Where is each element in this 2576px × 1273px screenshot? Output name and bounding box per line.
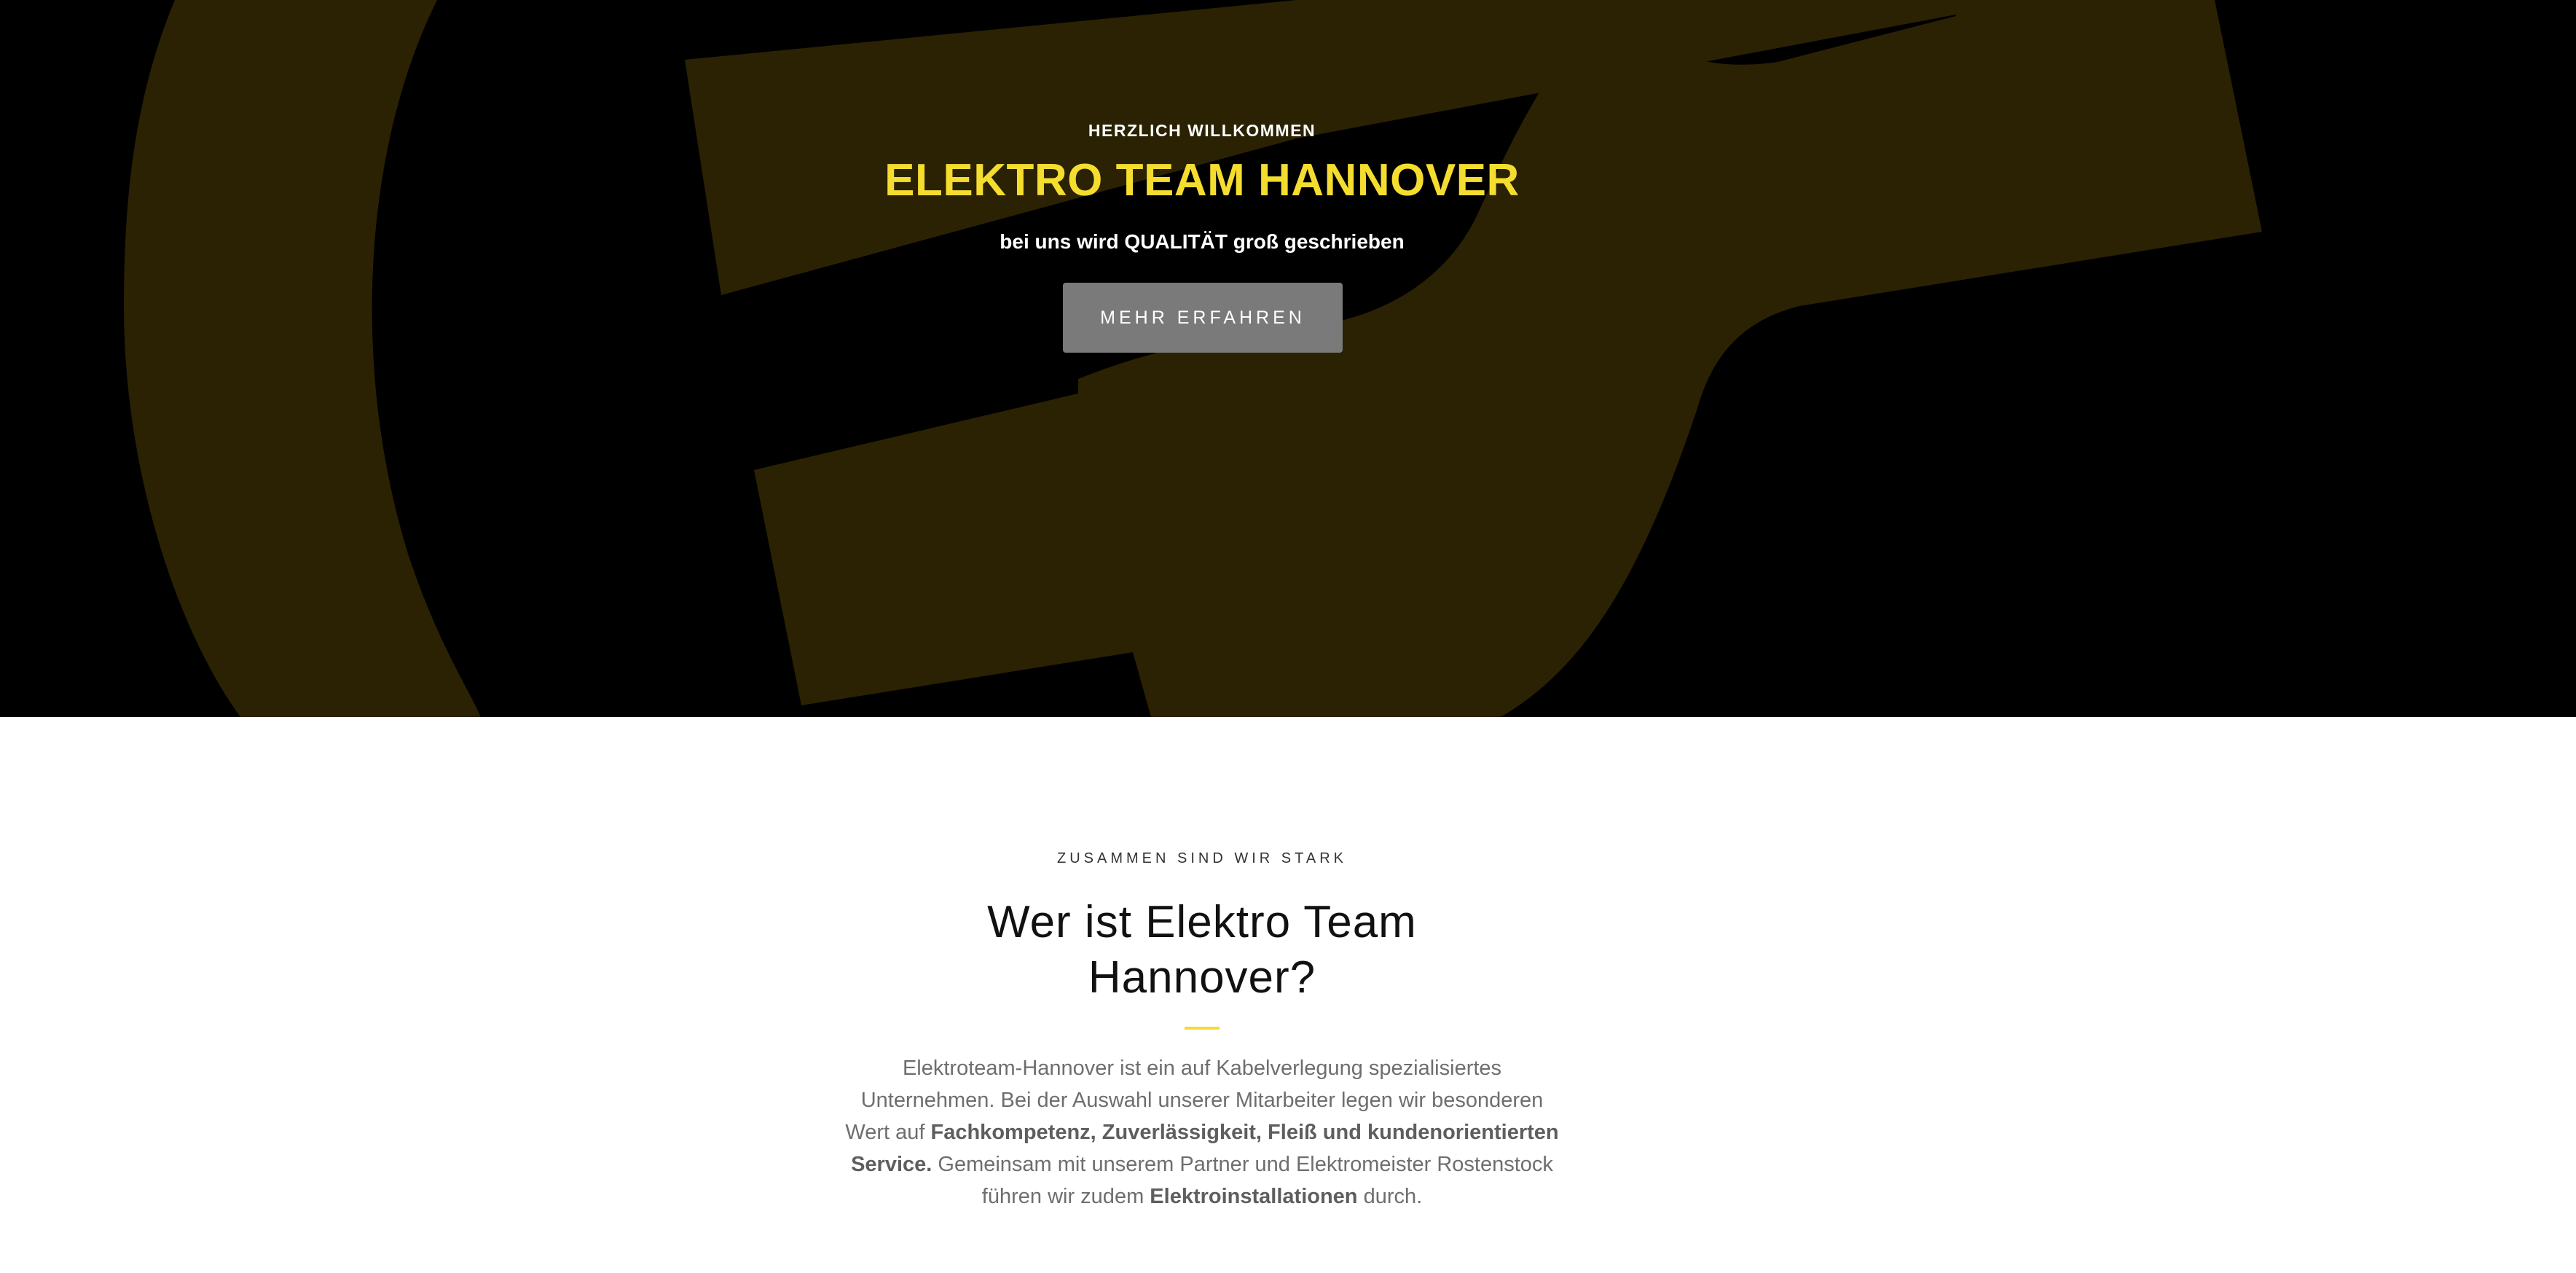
hero-eyebrow: HERZLICH WILLKOMMEN bbox=[1088, 121, 1316, 140]
hero-section: HERZLICH WILLKOMMEN ELEKTRO TEAM HANNOVE… bbox=[0, 0, 2576, 717]
about-title: Wer ist Elektro Team Hannover? bbox=[987, 897, 1417, 1003]
about-divider bbox=[1185, 1027, 1220, 1030]
about-text-part3: durch. bbox=[1357, 1185, 1423, 1208]
about-eyebrow: ZUSAMMEN SIND WIR STARK bbox=[1057, 850, 1347, 866]
learn-more-button[interactable]: MEHR ERFAHREN bbox=[1063, 283, 1343, 353]
hero-title: ELEKTRO TEAM HANNOVER bbox=[884, 155, 1520, 205]
hero-content: HERZLICH WILLKOMMEN ELEKTRO TEAM HANNOVE… bbox=[0, 0, 2576, 717]
hero-subtitle: bei uns wird QUALITÄT groß geschrieben bbox=[1000, 230, 1405, 253]
about-section: ZUSAMMEN SIND WIR STARK Wer ist Elektro … bbox=[0, 717, 2576, 1273]
about-paragraph: Elektroteam-Hannover ist ein auf Kabelve… bbox=[845, 1052, 1559, 1213]
about-text-bold2: Elektroinstallationen bbox=[1150, 1185, 1358, 1208]
